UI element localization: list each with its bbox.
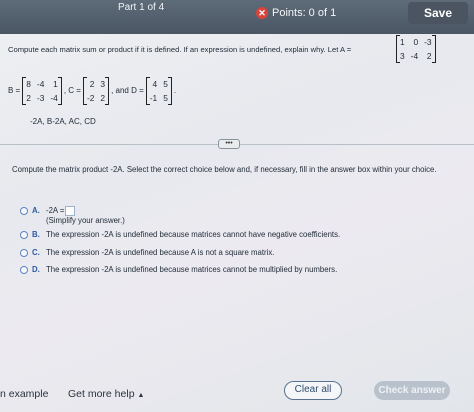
- view-example-link[interactable]: n example: [0, 388, 48, 400]
- save-button[interactable]: Save: [408, 2, 468, 24]
- matrix-cell: 2: [26, 93, 31, 103]
- d-label: , and D =: [111, 86, 144, 95]
- option-a-expression: -2A =: [46, 206, 65, 216]
- part-indicator: Part 1 of 4: [118, 2, 165, 13]
- option-letter: B.: [32, 230, 40, 239]
- points-indicator: ✕ Points: 0 of 1: [256, 7, 336, 19]
- matrix-cell: 2: [100, 93, 106, 103]
- option-b-text: The expression -2A is undefined because …: [46, 230, 341, 239]
- matrix-cell: 3: [400, 51, 405, 61]
- incorrect-x-icon: ✕: [256, 7, 268, 19]
- option-a[interactable]: A. -2A = (Simplify your answer.): [20, 206, 125, 225]
- caret-up-icon: ▲: [137, 392, 145, 399]
- matrix-definitions: B = 8 -4 1 2 -3 -4 , C = 2 3 -2 2 , and D = 4 5 -1…: [8, 77, 177, 105]
- points-label: Points: 0 of 1: [272, 7, 337, 19]
- matrix-cell: 1: [53, 79, 58, 89]
- option-c-text: The expression -2A is undefined because …: [46, 248, 275, 257]
- get-more-help-link[interactable]: Get more help ▲: [68, 388, 144, 400]
- option-letter: D.: [32, 265, 40, 274]
- radio-a[interactable]: [20, 207, 28, 215]
- matrix-cell: 8: [26, 79, 31, 89]
- matrix-cell: 0: [413, 37, 419, 47]
- get-more-help-label: Get more help: [68, 388, 135, 400]
- radio-d[interactable]: [20, 266, 28, 274]
- matrix-cell: -2: [86, 93, 95, 103]
- matrix-a: 1 0 -3 3 -4 2: [396, 35, 436, 63]
- check-answer-button[interactable]: Check answer: [374, 381, 450, 400]
- option-c[interactable]: C. The expression -2A is undefined becau…: [20, 248, 274, 257]
- matrix-c: 2 3 -2 2: [82, 77, 110, 105]
- expand-more-button[interactable]: •••: [218, 139, 240, 149]
- matrix-cell: -3: [36, 93, 45, 103]
- matrix-b: 8 -4 1 2 -3 -4: [22, 77, 62, 105]
- matrix-d: 4 5 -1 5: [145, 77, 173, 105]
- c-label: , C =: [63, 86, 81, 95]
- problem-prompt: Compute each matrix sum or product if it…: [8, 45, 352, 54]
- option-d-text: The expression -2A is undefined because …: [46, 265, 338, 274]
- clear-all-button[interactable]: Clear all: [284, 381, 342, 400]
- matrix-cell: -3: [424, 37, 432, 47]
- matrix-cell: 5: [163, 93, 168, 103]
- matrix-cell: -4: [50, 93, 58, 103]
- matrix-cell: -4: [410, 51, 419, 61]
- top-bar: Part 1 of 4 ✕ Points: 0 of 1 Save: [0, 0, 474, 34]
- d-end: .: [173, 86, 177, 95]
- matrix-cell: 2: [426, 51, 432, 61]
- matrix-cell: -4: [36, 79, 45, 89]
- option-d[interactable]: D. The expression -2A is undefined becau…: [20, 265, 337, 274]
- matrix-cell: 2: [89, 79, 95, 89]
- matrix-cell: -1: [149, 93, 158, 103]
- option-letter: C.: [32, 248, 40, 257]
- option-letter: A.: [32, 206, 40, 215]
- answer-input-box[interactable]: [65, 206, 76, 216]
- radio-c[interactable]: [20, 249, 28, 257]
- matrix-cell: 3: [100, 79, 106, 89]
- question-text: Compute the matrix product -2A. Select t…: [12, 165, 437, 174]
- b-label: B =: [8, 86, 21, 95]
- matrix-cell: 1: [400, 37, 405, 47]
- radio-b[interactable]: [20, 231, 28, 239]
- matrix-cell: 4: [152, 79, 158, 89]
- option-a-hint: (Simplify your answer.): [46, 216, 125, 225]
- matrix-cell: 5: [163, 79, 168, 89]
- footer-bar: n example Get more help ▲ Clear all Chec…: [0, 380, 474, 412]
- task-list: -2A, B-2A, AC, CD: [30, 117, 96, 126]
- option-b[interactable]: B. The expression -2A is undefined becau…: [20, 230, 340, 239]
